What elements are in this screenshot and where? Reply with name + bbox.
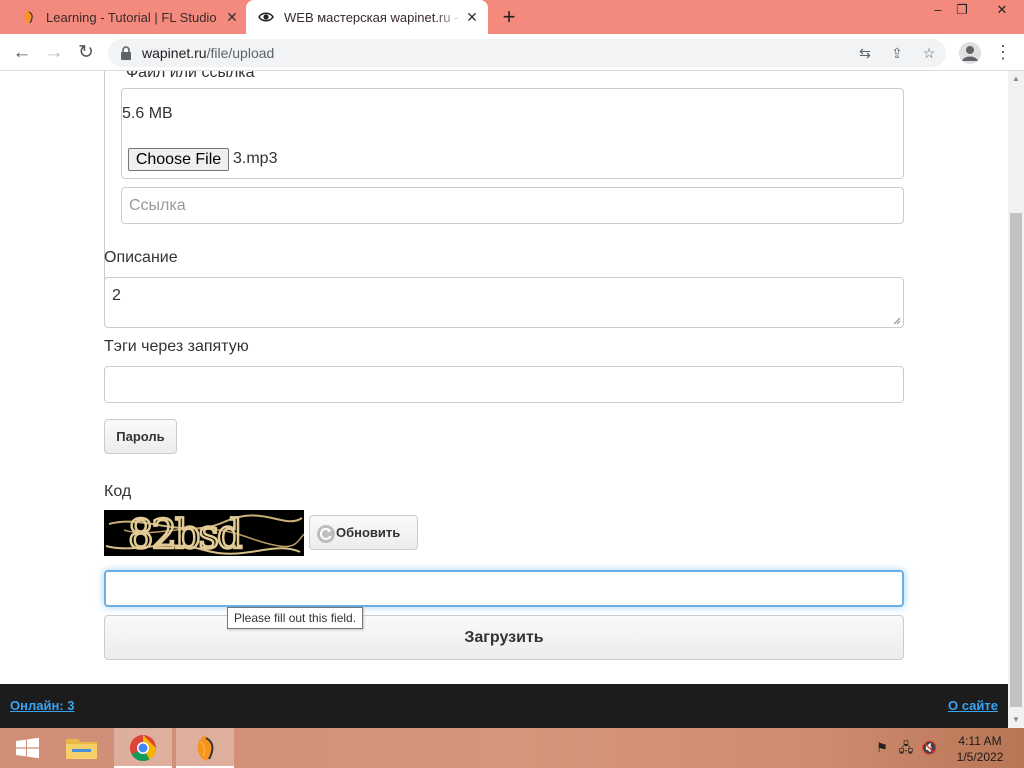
tags-label: Тэги через запятую xyxy=(104,338,249,355)
max-file-size: 5.6 MB xyxy=(122,105,173,122)
refresh-label: Обновить xyxy=(336,525,401,540)
refresh-captcha-button[interactable]: Обновить xyxy=(309,515,418,550)
folder-icon xyxy=(66,739,97,759)
translate-icon[interactable]: ⇆ xyxy=(856,44,874,62)
fl-studio-taskbar-button[interactable] xyxy=(176,728,234,768)
back-arrow-icon[interactable]: ← xyxy=(10,41,34,65)
description-label: Описание xyxy=(104,249,178,266)
flag-icon[interactable]: ⚑ xyxy=(874,740,890,756)
volume-muted-icon[interactable]: 🔇 xyxy=(921,740,937,756)
upload-button[interactable]: Загрузить xyxy=(104,615,904,660)
chrome-taskbar-button[interactable] xyxy=(114,728,172,768)
online-count-link[interactable]: Онлайн: 3 xyxy=(10,698,74,713)
start-button[interactable] xyxy=(0,728,58,768)
clock[interactable]: 4:11 AM 1/5/2022 xyxy=(948,733,1012,765)
link-input[interactable]: Ссылка xyxy=(121,187,904,224)
code-input[interactable] xyxy=(104,570,904,607)
reload-icon[interactable]: ↻ xyxy=(74,41,98,65)
address-bar[interactable]: wapinet.ru/file/upload ⇆ ⇪ ☆ xyxy=(108,39,946,67)
share-icon[interactable]: ⇪ xyxy=(888,44,906,62)
network-icon[interactable]: 🖧 xyxy=(898,740,914,756)
description-textarea[interactable]: 2 xyxy=(104,277,904,328)
tab-wapinet[interactable]: WEB мастерская wapinet.ru - За ✕ xyxy=(246,0,488,34)
validation-tooltip: Please fill out this field. xyxy=(227,607,364,629)
refresh-icon xyxy=(317,525,335,543)
captcha-text: 82bsd xyxy=(128,512,242,556)
browser-toolbar: ← → ↻ wapinet.ru/file/upload ⇆ ⇪ ☆ ⋮ xyxy=(0,34,1024,71)
forward-arrow-icon[interactable]: → xyxy=(42,41,66,65)
site-footer: Онлайн: 3 О сайте xyxy=(0,684,1008,728)
chosen-file-name: 3.mp3 xyxy=(233,150,278,167)
tab-fl-studio[interactable]: Learning - Tutorial | FL Studio ✕ xyxy=(8,0,248,34)
clock-time: 4:11 AM xyxy=(958,734,1002,748)
lock-icon xyxy=(121,46,131,60)
scroll-thumb[interactable] xyxy=(1010,213,1022,707)
clock-date: 1/5/2022 xyxy=(956,750,1004,764)
choose-file-button[interactable]: Choose File xyxy=(128,148,229,171)
scroll-down-icon[interactable]: ▼ xyxy=(1008,712,1024,728)
fl-studio-icon xyxy=(197,735,214,761)
close-tab-icon[interactable]: ✕ xyxy=(464,9,480,25)
wapinet-icon xyxy=(258,12,274,22)
tab-title: Learning - Tutorial | FL Studio xyxy=(46,9,216,25)
chrome-icon xyxy=(130,735,157,762)
restore-button[interactable]: ❐ xyxy=(946,0,978,22)
tags-input[interactable] xyxy=(104,366,904,403)
scroll-up-icon[interactable]: ▲ xyxy=(1008,71,1024,87)
url-path: /file/upload xyxy=(206,45,275,61)
windows-logo-icon xyxy=(16,737,39,759)
resize-grip-icon[interactable] xyxy=(893,317,901,325)
captcha-image: 82bsd xyxy=(104,510,305,559)
new-tab-button[interactable]: + xyxy=(498,6,520,28)
url-host: wapinet.ru xyxy=(142,45,207,61)
page-content: Файл или ссылка 5.6 MB Choose File 3.mp3… xyxy=(0,71,1008,684)
tab-strip: Learning - Tutorial | FL Studio ✕ WEB ма… xyxy=(0,0,1024,34)
close-tab-icon[interactable]: ✕ xyxy=(224,9,240,25)
code-label: Код xyxy=(104,483,132,500)
url-text: wapinet.ru/file/upload xyxy=(142,45,274,61)
link-placeholder: Ссылка xyxy=(129,197,186,214)
tab-title: WEB мастерская wapinet.ru - За xyxy=(284,9,462,25)
fieldset-legend: Файл или ссылка xyxy=(124,71,257,82)
file-explorer-button[interactable] xyxy=(52,728,110,768)
description-value: 2 xyxy=(112,287,121,304)
bookmark-star-icon[interactable]: ☆ xyxy=(920,44,938,62)
profile-avatar-icon[interactable] xyxy=(959,42,981,64)
windows-taskbar: ⚑ 🖧 🔇 4:11 AM 1/5/2022 xyxy=(0,728,1024,768)
password-button[interactable]: Пароль xyxy=(104,419,177,454)
about-link[interactable]: О сайте xyxy=(948,698,998,713)
page-scrollbar[interactable]: ▲ ▼ xyxy=(1008,71,1024,728)
menu-kebab-icon[interactable]: ⋮ xyxy=(994,42,1012,64)
fl-studio-icon xyxy=(24,10,33,24)
close-window-button[interactable]: ✕ xyxy=(986,0,1018,22)
